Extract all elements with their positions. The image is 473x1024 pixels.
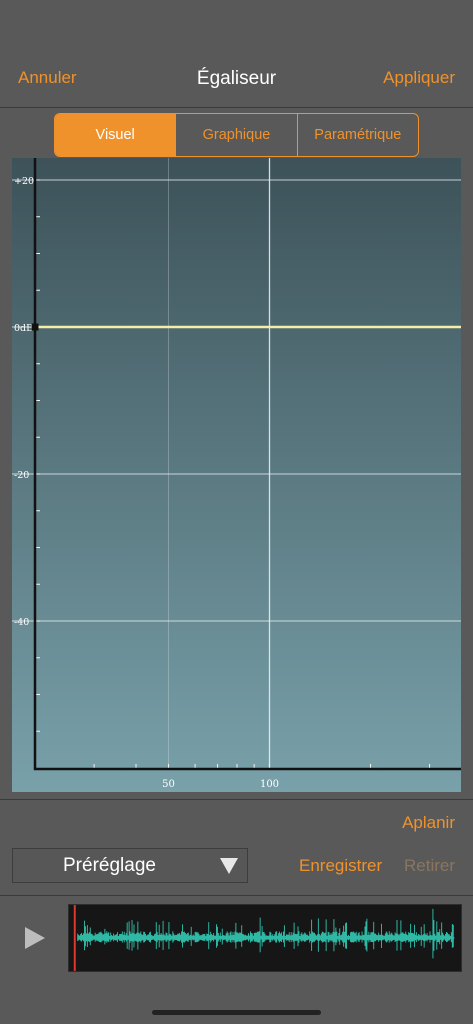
save-button[interactable]: Enregistrer: [299, 856, 382, 876]
x-tick-label: 50: [162, 779, 175, 790]
y-tick-label: -20: [14, 470, 29, 481]
header-divider: [0, 107, 473, 108]
tab-graphic[interactable]: Graphique: [176, 114, 298, 156]
y-tick-label: 0dB: [14, 323, 33, 334]
chart-background: [12, 158, 461, 792]
eq-curve-chart[interactable]: +200dB-20-4050100500100050001000020000: [12, 158, 461, 792]
preset-dropdown[interactable]: Préréglage: [12, 848, 248, 883]
y-tick-label: +20: [14, 176, 34, 187]
apply-button[interactable]: Appliquer: [383, 68, 455, 88]
remove-button: Retirer: [404, 856, 456, 875]
preset-label: Préréglage: [63, 854, 156, 876]
waveform-preview[interactable]: [68, 904, 462, 972]
y-tick-label: -40: [14, 617, 29, 628]
waveform-signal: [77, 908, 454, 959]
play-icon[interactable]: [24, 926, 46, 950]
flatten-button[interactable]: Aplanir: [402, 813, 455, 833]
footer-divider: [0, 895, 473, 896]
tab-parametric[interactable]: Paramétrique: [298, 114, 418, 156]
eq-control-point[interactable]: [31, 323, 39, 331]
triangle-down-icon: [220, 858, 238, 874]
x-tick-label: 100: [260, 779, 279, 790]
chart-divider: [0, 799, 473, 800]
playhead-marker[interactable]: [73, 905, 76, 971]
tab-visual[interactable]: Visuel: [55, 114, 177, 156]
home-indicator: [152, 1010, 321, 1015]
mode-segmented-control: Visuel Graphique Paramétrique: [54, 113, 419, 157]
